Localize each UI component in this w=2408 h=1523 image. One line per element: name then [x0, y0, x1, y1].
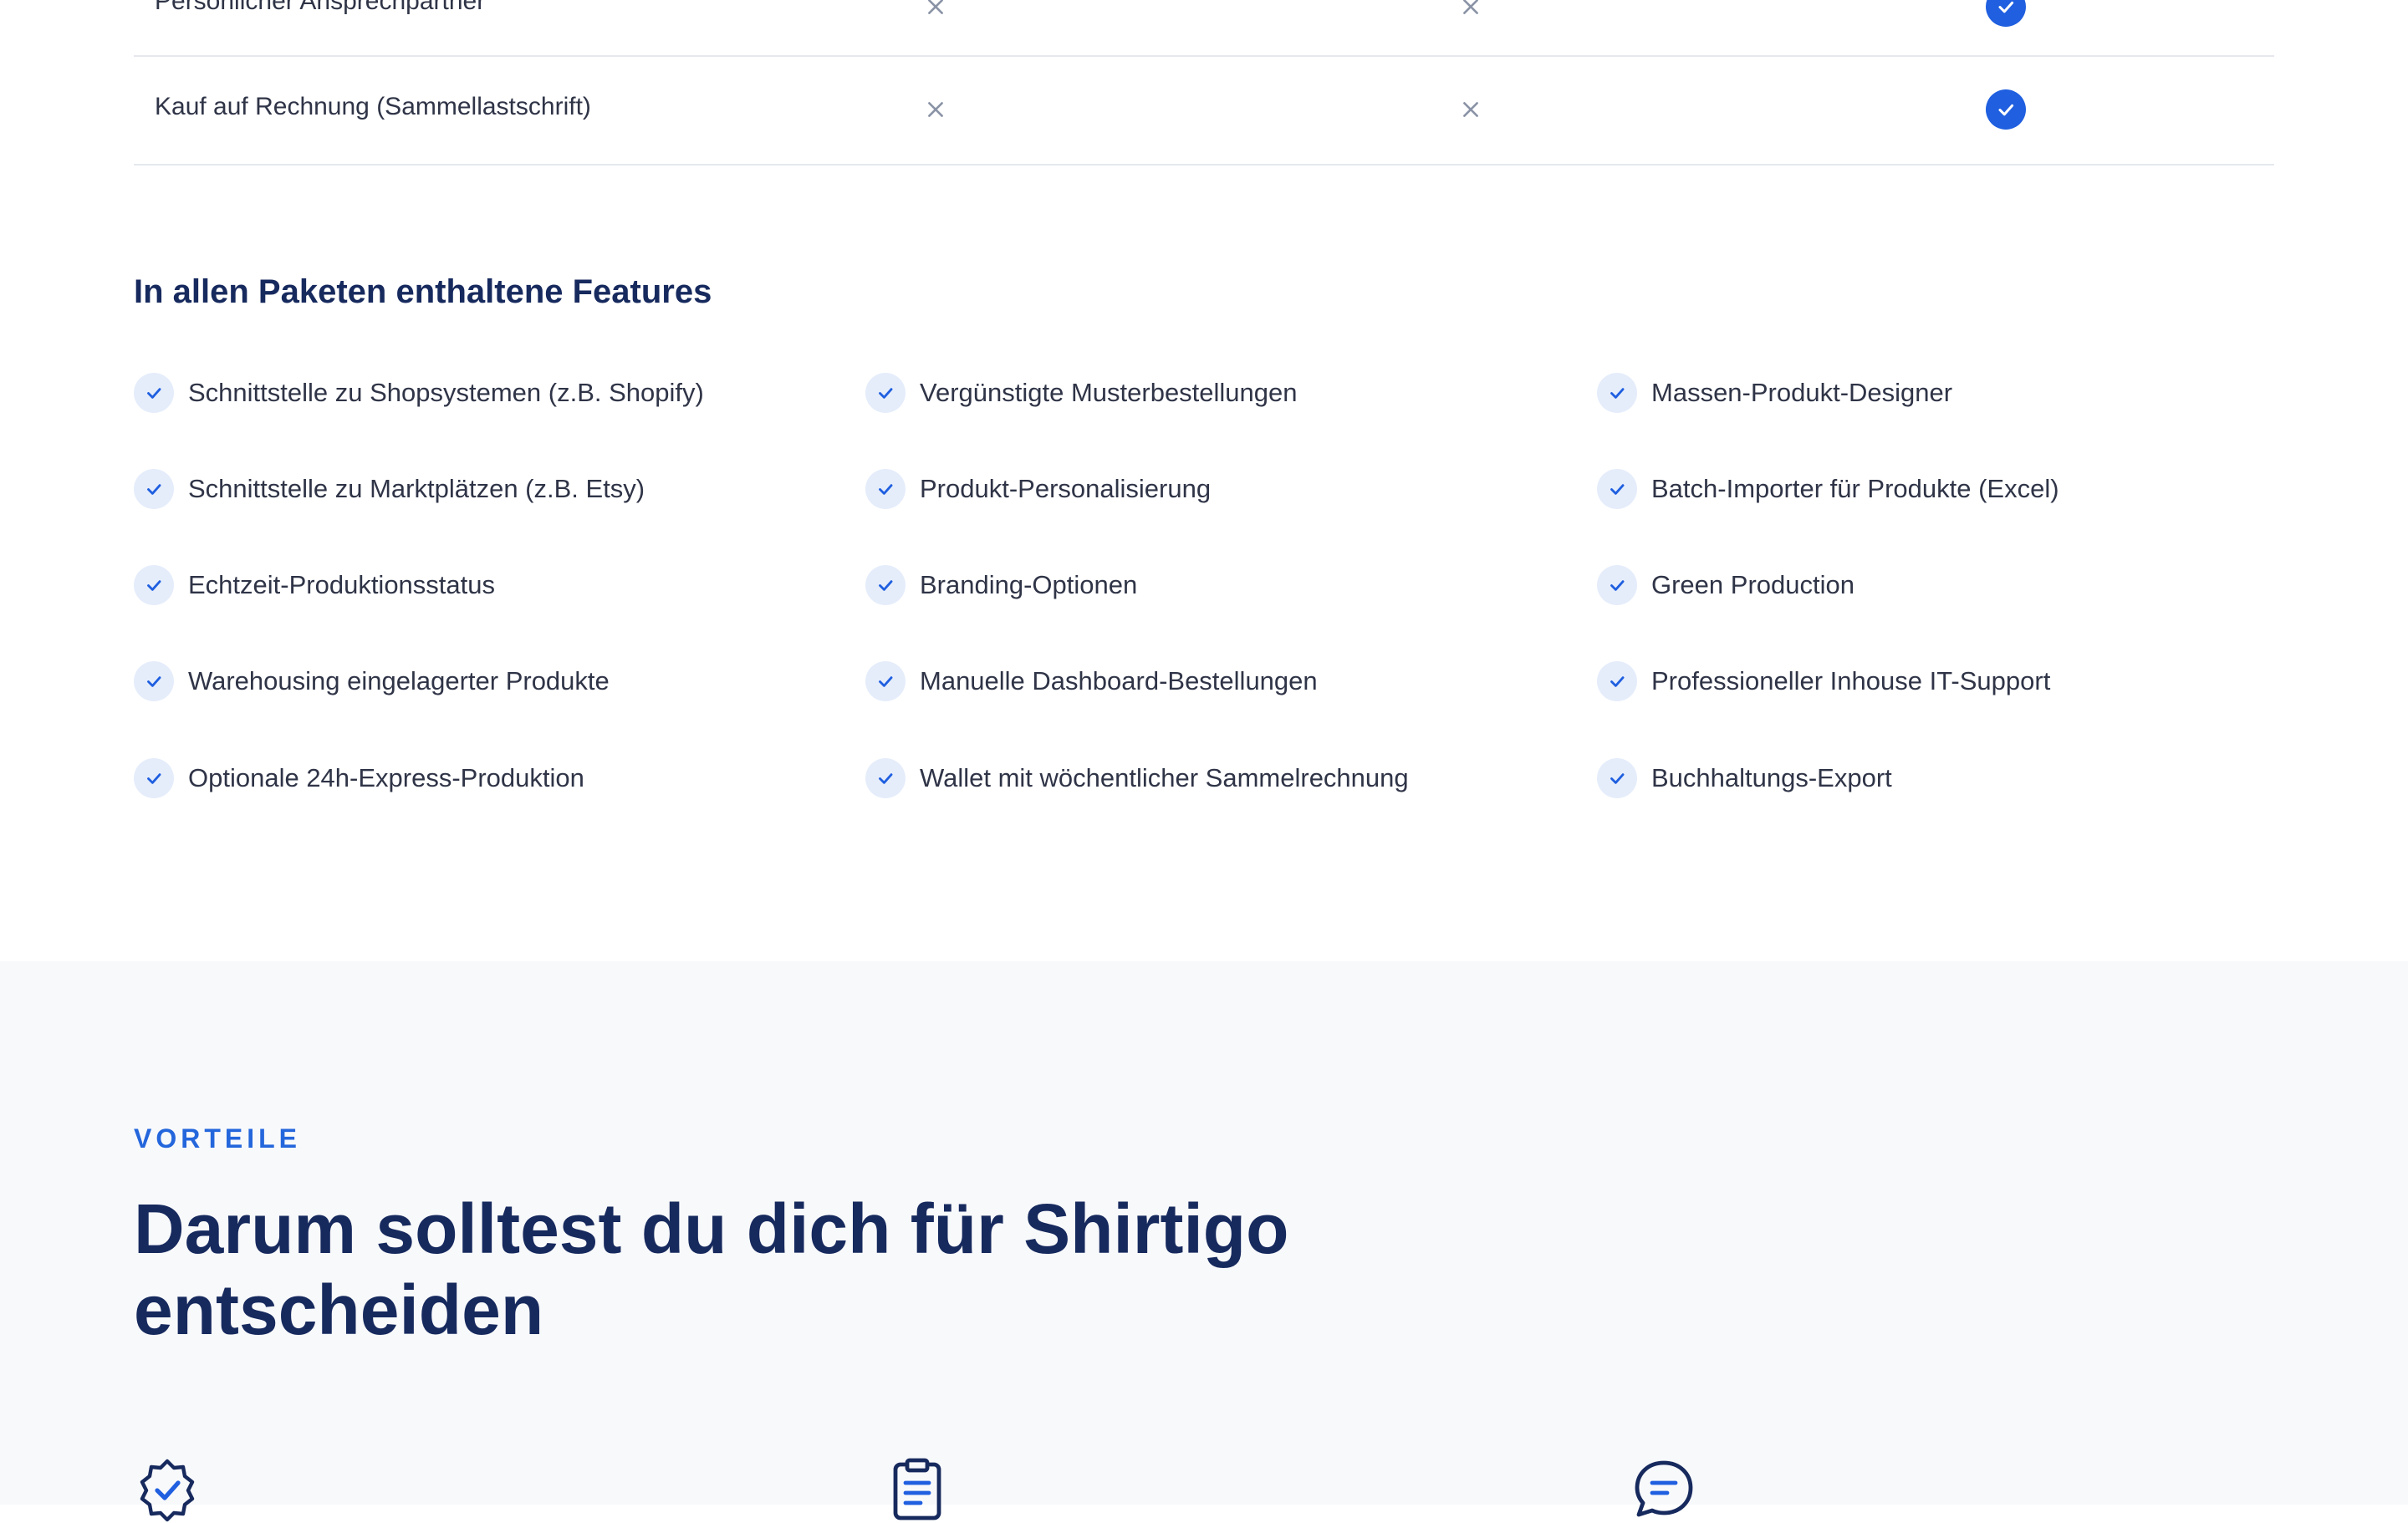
- feature-item: Branding-Optionen: [865, 564, 1137, 606]
- feature-label: Schnittstelle zu Shopsystemen (z.B. Shop…: [188, 378, 704, 407]
- check-icon: [1597, 661, 1637, 701]
- check-circle-icon: [1985, 89, 2027, 130]
- benefits-headline: Darum solltest du dich für Shirtigo ents…: [134, 1189, 1289, 1349]
- feature-label: Optionale 24h-Express-Produktion: [188, 763, 584, 792]
- cross-icon: [1450, 89, 1492, 130]
- feature-item: Optionale 24h-Express-Produktion: [134, 757, 584, 799]
- cross-icon: [1450, 0, 1492, 28]
- feature-label: Warehousing eingelagerter Produkte: [188, 666, 610, 695]
- check-icon: [865, 661, 906, 701]
- table-row: Kauf auf Rechnung (Sammellastschrift): [134, 55, 2274, 166]
- feature-item: Vergünstigte Musterbestellungen: [865, 372, 1298, 414]
- pricing-comparison-section: Persönlicher Ansprechpartner Kauf auf Re…: [0, 0, 2408, 961]
- check-icon: [1597, 565, 1637, 605]
- feature-label: Batch-Importer für Produkte (Excel): [1651, 474, 2059, 503]
- feature-label: Manuelle Dashboard-Bestellungen: [920, 666, 1318, 695]
- feature-item: Echtzeit-Produktionsstatus: [134, 564, 495, 606]
- feature-label: Branding-Optionen: [920, 570, 1138, 599]
- check-icon: [865, 565, 906, 605]
- feature-item: Schnittstelle zu Marktplätzen (z.B. Etsy…: [134, 468, 645, 510]
- check-circle-icon: [1985, 0, 2027, 28]
- check-icon: [1597, 373, 1637, 413]
- check-icon: [865, 469, 906, 509]
- check-icon: [1597, 469, 1637, 509]
- feature-item: Buchhaltungs-Export: [1597, 757, 1892, 799]
- check-icon: [134, 373, 174, 413]
- cross-icon: [915, 89, 957, 130]
- feature-item: Batch-Importer für Produkte (Excel): [1597, 468, 2059, 510]
- feature-item: Massen-Produkt-Designer: [1597, 372, 1952, 414]
- row-label: Persönlicher Ansprechpartner: [155, 0, 486, 15]
- check-icon: [134, 469, 174, 509]
- feature-label: Produkt-Personalisierung: [920, 474, 1212, 503]
- feature-label: Echtzeit-Produktionsstatus: [188, 570, 496, 599]
- table-row: Persönlicher Ansprechpartner: [134, 0, 2274, 57]
- feature-label: Massen-Produkt-Designer: [1651, 378, 1953, 407]
- cross-icon: [915, 0, 957, 28]
- check-icon: [865, 758, 906, 798]
- badge-check-icon: [140, 1459, 195, 1522]
- check-icon: [134, 565, 174, 605]
- section-eyebrow: VORTEILE: [134, 1123, 302, 1154]
- clipboard-icon: [893, 1458, 941, 1520]
- feature-item: Professioneller Inhouse IT-Support: [1597, 660, 2050, 702]
- feature-item: Schnittstelle zu Shopsystemen (z.B. Shop…: [134, 372, 704, 414]
- feature-item: Green Production: [1597, 564, 1854, 606]
- feature-item: Wallet mit wöchentlicher Sammelrechnung: [865, 757, 1409, 799]
- included-features-title: In allen Paketen enthaltene Features: [134, 273, 712, 310]
- feature-label: Schnittstelle zu Marktplätzen (z.B. Etsy…: [188, 474, 645, 503]
- check-icon: [865, 373, 906, 413]
- check-icon: [134, 661, 174, 701]
- feature-label: Vergünstigte Musterbestellungen: [920, 378, 1298, 407]
- row-label: Kauf auf Rechnung (Sammellastschrift): [155, 93, 591, 120]
- feature-label: Buchhaltungs-Export: [1651, 763, 1892, 792]
- feature-item: Manuelle Dashboard-Bestellungen: [865, 660, 1318, 702]
- check-icon: [134, 758, 174, 798]
- feature-item: Produkt-Personalisierung: [865, 468, 1211, 510]
- feature-label: Green Production: [1651, 570, 1854, 599]
- feature-item: Warehousing eingelagerter Produkte: [134, 660, 610, 702]
- chat-bubble-icon: [1635, 1460, 1693, 1517]
- feature-label: Professioneller Inhouse IT-Support: [1651, 666, 2051, 695]
- check-icon: [1597, 758, 1637, 798]
- feature-label: Wallet mit wöchentlicher Sammelrechnung: [920, 763, 1409, 792]
